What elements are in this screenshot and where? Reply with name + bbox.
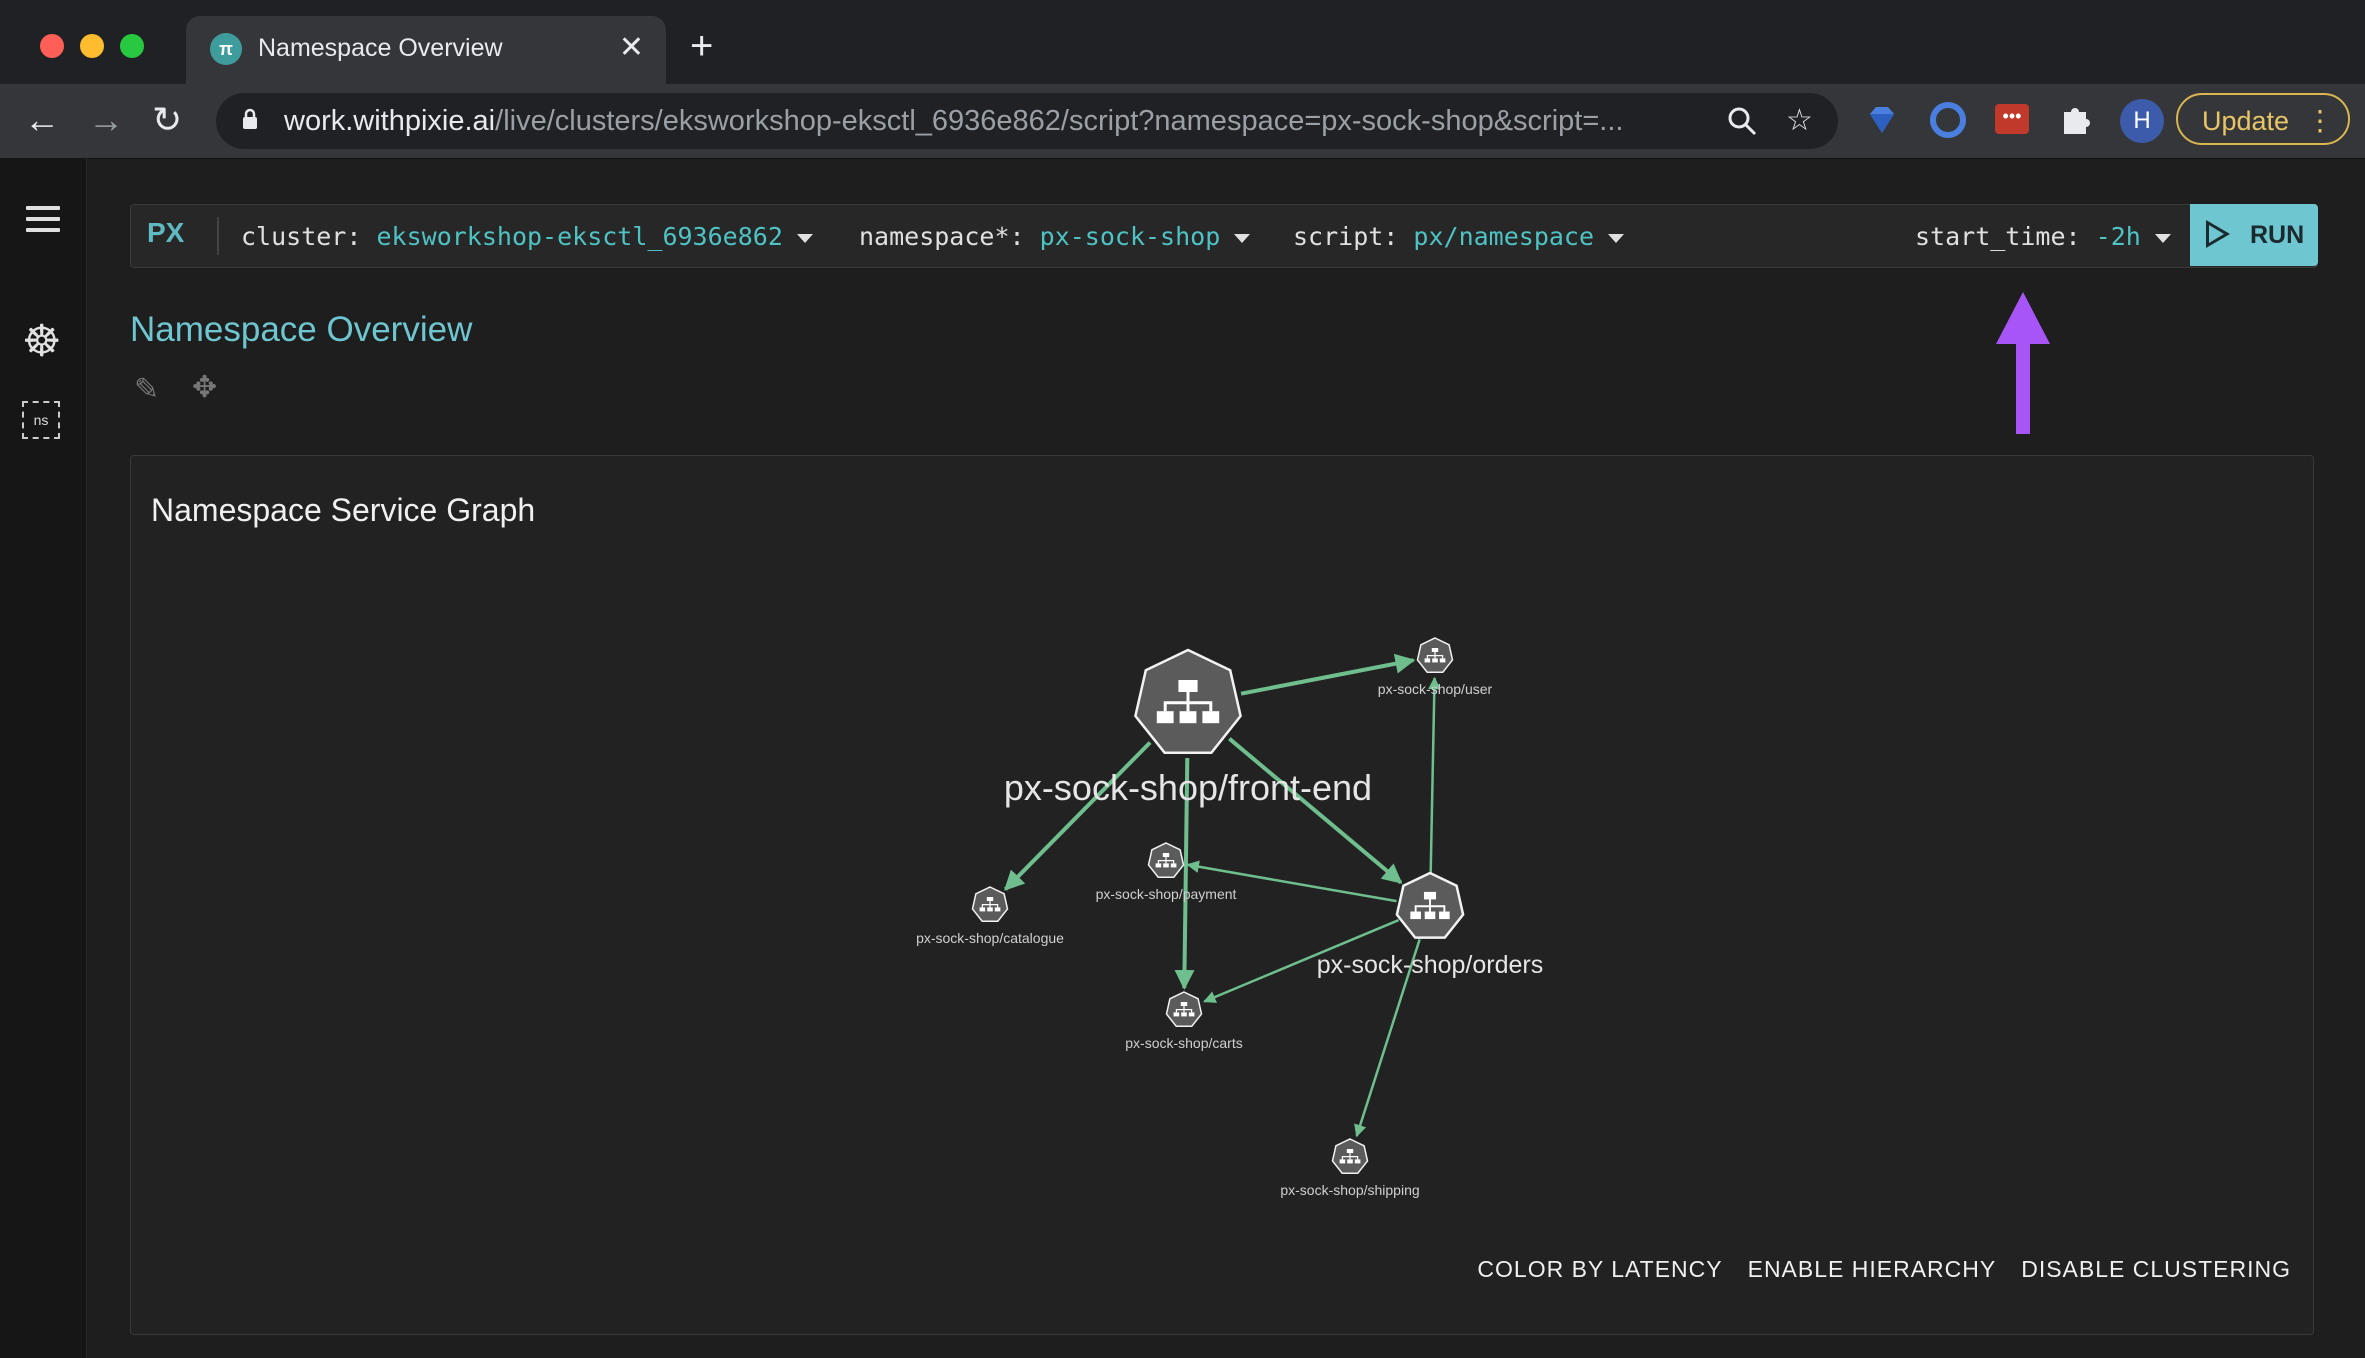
url-host: work.withpixie.ai (284, 105, 496, 137)
service-graph[interactable]: px-sock-shop/front-end px-sock-shop/user p… (131, 456, 2313, 1334)
script-key: script: (1293, 222, 1399, 251)
start-time-value: -2h (2095, 222, 2141, 251)
window-maximize-button[interactable] (120, 34, 144, 58)
chevron-down-icon (1234, 233, 1251, 243)
move-icon[interactable]: ✥ (192, 370, 217, 405)
color-by-latency-button[interactable]: COLOR BY LATENCY (1477, 1256, 1722, 1282)
window-minimize-button[interactable] (80, 34, 104, 58)
graph-node-payment[interactable]: px-sock-shop/payment (1096, 842, 1237, 902)
run-label: RUN (2250, 221, 2305, 249)
graph-node-orders[interactable]: px-sock-shop/orders (1317, 871, 1543, 979)
extensions-puzzle-icon[interactable] (2058, 102, 2092, 136)
profile-avatar[interactable]: H (2120, 99, 2164, 143)
kubernetes-icon[interactable]: ☸ (22, 316, 61, 367)
enable-hierarchy-button[interactable]: ENABLE HIERARCHY (1748, 1256, 1996, 1282)
update-button[interactable]: Update ⋮ (2176, 93, 2350, 145)
script-command-bar: PX cluster: eksworkshop-eksctl_6936e862 … (130, 204, 2318, 268)
disable-clustering-button[interactable]: DISABLE CLUSTERING (2021, 1256, 2291, 1282)
new-tab-icon[interactable]: + (690, 24, 713, 69)
kebab-menu-icon[interactable]: ⋮ (2306, 95, 2334, 147)
forward-arrow-icon[interactable]: → (88, 98, 124, 142)
play-icon (2206, 220, 2230, 248)
edit-icon[interactable]: ✎ (134, 372, 159, 407)
graph-edge-front-end-orders (1228, 737, 1403, 885)
start-time-key: start_time: (1915, 222, 2081, 251)
graph-edge-front-end-catalogue (1004, 741, 1152, 891)
annotation-arrow (1996, 292, 2050, 434)
app-sidebar: ☸ ns (0, 158, 87, 1358)
divider (217, 217, 219, 255)
start-time-selector[interactable]: start_time: -2h (1915, 222, 2171, 251)
page-title: Namespace Overview (130, 310, 473, 349)
graph-node-label: px-sock-shop/shipping (1280, 1182, 1419, 1198)
graph-node-label: px-sock-shop/front-end (1004, 767, 1372, 808)
cluster-value: eksworkshop-eksctl_6936e862 (376, 222, 783, 251)
script-value: px/namespace (1413, 222, 1595, 251)
hamburger-menu-icon[interactable] (26, 206, 60, 239)
address-bar[interactable]: work.withpixie.ai/live/clusters/eksworks… (216, 93, 1838, 149)
cluster-key: cluster: (241, 222, 362, 251)
graph-node-label: px-sock-shop/payment (1096, 886, 1237, 902)
update-label: Update (2202, 106, 2290, 136)
namespace-key: namespace*: (859, 222, 1025, 251)
lock-icon (243, 108, 257, 129)
chevron-down-icon (1608, 233, 1625, 243)
graph-node-user[interactable]: px-sock-shop/user (1378, 637, 1493, 697)
circle-extension-icon[interactable] (1930, 102, 1966, 138)
reload-icon[interactable]: ↻ (152, 98, 182, 142)
run-button[interactable]: RUN (2190, 204, 2318, 266)
pixie-logo: PX (147, 217, 185, 248)
graph-node-label: px-sock-shop/carts (1125, 1035, 1242, 1051)
window-close-button[interactable] (40, 34, 64, 58)
ellipsis-extension-icon[interactable]: ••• (1995, 104, 2029, 134)
graph-node-catalogue[interactable]: px-sock-shop/catalogue (916, 886, 1064, 946)
service-graph-card: Namespace Service Graph px-sock-shop/fro… (130, 455, 2314, 1335)
gem-extension-icon[interactable] (1864, 102, 1900, 138)
pixie-favicon-icon: π (210, 33, 242, 65)
graph-node-shipping[interactable]: px-sock-shop/shipping (1280, 1138, 1420, 1198)
graph-node-label: px-sock-shop/catalogue (916, 930, 1064, 946)
back-arrow-icon[interactable]: ← (24, 98, 60, 142)
browser-tab[interactable]: π Namespace Overview ✕ (186, 16, 666, 84)
graph-node-label: px-sock-shop/user (1378, 681, 1493, 697)
url-path: /live/clusters/eksworkshop-eksctl_6936e8… (495, 105, 1624, 137)
namespace-selector[interactable]: namespace*: px-sock-shop (859, 222, 1251, 251)
tab-close-icon[interactable]: ✕ (619, 30, 644, 65)
graph-edge-orders-user (1428, 676, 1441, 874)
graph-node-label: px-sock-shop/orders (1317, 951, 1543, 979)
namespace-value: px-sock-shop (1039, 222, 1221, 251)
chevron-down-icon (2154, 233, 2171, 243)
graph-node-carts[interactable]: px-sock-shop/carts (1125, 991, 1243, 1051)
bookmark-star-icon[interactable]: ☆ (1786, 103, 1813, 138)
chevron-down-icon (796, 233, 813, 243)
script-selector[interactable]: script: px/namespace (1293, 222, 1625, 251)
cluster-selector[interactable]: cluster: eksworkshop-eksctl_6936e862 (241, 222, 813, 251)
graph-controls: COLOR BY LATENCY ENABLE HIERARCHY DISABL… (1459, 1256, 2291, 1283)
zoom-icon[interactable] (1726, 105, 1758, 137)
tab-title: Namespace Overview (258, 34, 503, 62)
namespace-icon[interactable]: ns (22, 401, 60, 439)
graph-node-front-end[interactable]: px-sock-shop/front-end (1004, 648, 1372, 808)
